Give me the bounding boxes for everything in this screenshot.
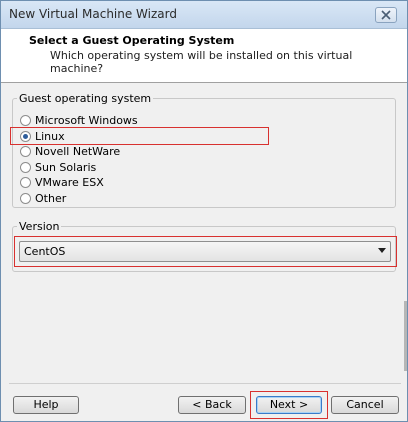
wizard-header: Select a Guest Operating System Which op… bbox=[1, 29, 407, 83]
wizard-window: New Virtual Machine Wizard Select a Gues… bbox=[0, 0, 408, 422]
page-subtitle: Which operating system will be installed… bbox=[50, 49, 353, 75]
radio-button[interactable] bbox=[20, 176, 31, 188]
radio-button[interactable] bbox=[20, 161, 31, 173]
title-bar: New Virtual Machine Wizard bbox=[1, 1, 407, 29]
radio-label: VMware ESX bbox=[35, 175, 104, 189]
next-highlight-box bbox=[250, 391, 328, 419]
radio-label: Microsoft Windows bbox=[35, 113, 138, 127]
guest-os-group-label: Guest operating system bbox=[17, 92, 154, 105]
window-title: New Virtual Machine Wizard bbox=[9, 7, 177, 21]
radio-label: Other bbox=[35, 191, 67, 205]
cancel-button[interactable]: Cancel bbox=[331, 396, 399, 414]
radio-button[interactable] bbox=[20, 145, 31, 157]
close-button[interactable] bbox=[375, 7, 397, 23]
page-title: Select a Guest Operating System bbox=[29, 34, 235, 47]
radio-button[interactable] bbox=[20, 114, 31, 126]
radio-label: Novell NetWare bbox=[35, 144, 121, 158]
version-highlight-box bbox=[14, 236, 397, 267]
radio-label: Sun Solaris bbox=[35, 160, 97, 174]
radio-microsoft-windows[interactable]: Microsoft Windows bbox=[20, 113, 138, 127]
radio-other[interactable]: Other bbox=[20, 191, 66, 205]
radio-sun-solaris[interactable]: Sun Solaris bbox=[20, 160, 96, 174]
version-group-label: Version bbox=[17, 220, 62, 233]
close-icon bbox=[381, 10, 391, 20]
back-button[interactable]: < Back bbox=[178, 396, 246, 414]
radio-vmware-esx[interactable]: VMware ESX bbox=[20, 175, 104, 189]
radio-button[interactable] bbox=[20, 192, 31, 204]
radio-novell-netware[interactable]: Novell NetWare bbox=[20, 144, 120, 158]
linux-highlight-box bbox=[10, 127, 269, 145]
edge-scroll-strip bbox=[404, 301, 407, 371]
button-divider bbox=[9, 383, 401, 384]
help-button[interactable]: Help bbox=[13, 396, 79, 414]
